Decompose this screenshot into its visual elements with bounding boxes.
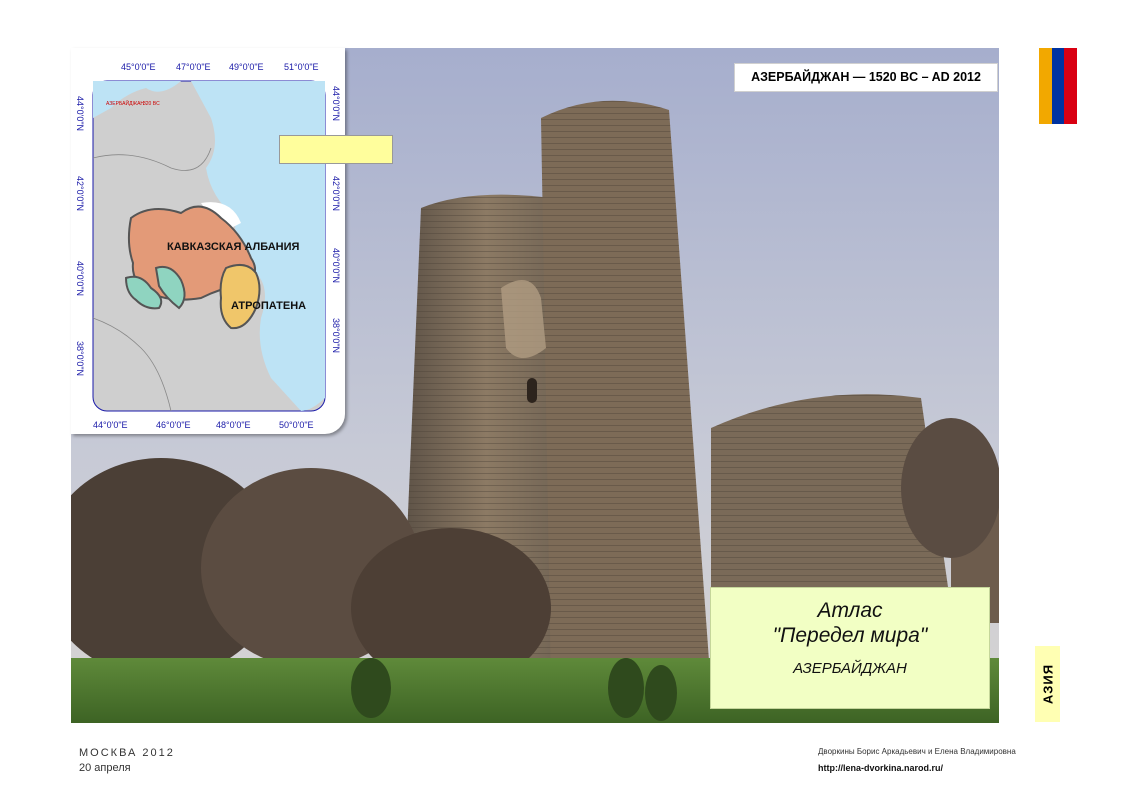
map-small-date: 320 BC: [143, 101, 160, 107]
coord-left-2: 42°0'0"N: [75, 176, 85, 212]
region-label-albania: КАВКАЗСКАЯ АЛБАНИЯ: [167, 241, 300, 253]
coord-top-4: 51°0'0"E: [284, 62, 319, 72]
coord-left-3: 40°0'0"N: [75, 261, 85, 297]
atlas-line-1: Атлас: [817, 599, 883, 622]
coord-top-1: 45°0'0"E: [121, 62, 156, 72]
coord-bottom-4: 50°0'0"E: [279, 420, 314, 430]
footer-authors: Дворкины Борис Аркадьевич и Елена Владим…: [818, 747, 1016, 756]
flag-stripe-2: [1051, 48, 1065, 124]
coord-right-2: 42°0'0"N: [331, 176, 341, 212]
coord-bottom-3: 48°0'0"E: [216, 420, 251, 430]
coord-right-3: 40°0'0"N: [331, 248, 341, 284]
coord-right-1: 44°0'0"N: [331, 86, 341, 122]
coord-left-4: 38°0'0"N: [75, 341, 85, 377]
flag-icon: [1039, 48, 1078, 124]
coord-top-3: 49°0'0"E: [229, 62, 264, 72]
coord-bottom-1: 44°0'0"E: [93, 420, 128, 430]
footer-date: 20 апреля: [79, 762, 131, 774]
coord-top-2: 47°0'0"E: [176, 62, 211, 72]
region-label-atropatena: АТРОПАТЕНА: [231, 300, 307, 312]
page-title: АЗЕРБАЙДЖАН — 1520 BC – AD 2012: [734, 63, 998, 92]
region-side-tab-label: АЗИЯ: [1040, 663, 1055, 705]
footer-city: МОСКВА 2012: [79, 747, 175, 759]
map-inset: АЗЕРБАЙДЖАН 320 BC 45°0'0"E 47°0'0"E 49°…: [71, 48, 393, 434]
atlas-line-3: АЗЕРБАЙДЖАН: [793, 660, 907, 677]
flag-stripe-1: [1039, 48, 1052, 124]
footer-right: Дворкины Борис Аркадьевич и Елена Владим…: [818, 744, 1016, 776]
coord-right-4: 38°0'0"N: [331, 318, 341, 354]
map-small-label: АЗЕРБАЙДЖАН: [106, 101, 145, 107]
atlas-title-box: Атлас "Передел мира" АЗЕРБАЙДЖАН: [710, 587, 990, 709]
atlas-line-2: "Передел мира": [772, 624, 928, 647]
coord-left-1: 44°0'0"N: [75, 96, 85, 132]
region-side-tab: АЗИЯ: [1035, 646, 1060, 722]
footer-left: МОСКВА 2012 20 апреля: [79, 746, 175, 776]
footer-url: http://lena-dvorkina.narod.ru/: [818, 763, 944, 773]
map-legend: [279, 135, 393, 164]
flag-stripe-3: [1064, 48, 1078, 124]
coord-bottom-2: 46°0'0"E: [156, 420, 191, 430]
